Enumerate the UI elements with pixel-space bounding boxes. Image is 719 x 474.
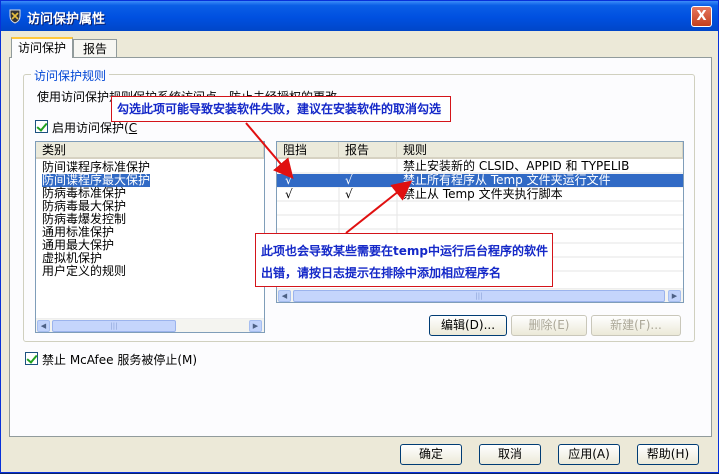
dialog-window: 访问保护属性 X 访问保护 报告 访问保护规则 使用访问保护规则保护系统访问点，… xyxy=(0,0,719,473)
annotation-arrows xyxy=(245,122,413,234)
tab-access-protection[interactable]: 访问保护 xyxy=(11,37,73,58)
arrow-to-temp-rule xyxy=(345,180,413,234)
arrow-to-block-column xyxy=(245,122,294,180)
